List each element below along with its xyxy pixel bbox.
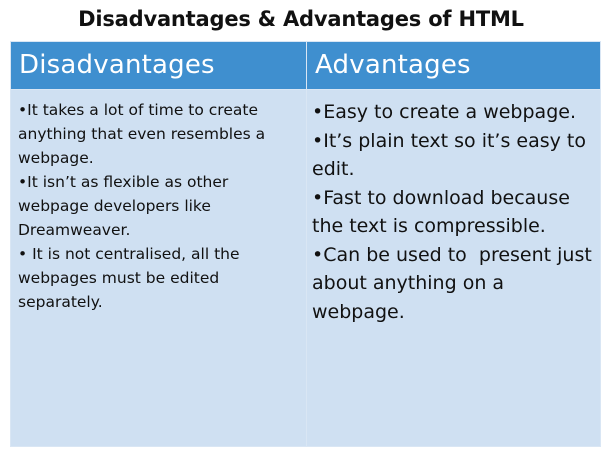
comparison-table: Disadvantages Advantages •It takes a lot… xyxy=(10,41,601,447)
disadvantages-list: •It takes a lot of time to create anythi… xyxy=(11,90,306,314)
bullet-icon: • xyxy=(18,173,28,191)
advantage-text: Easy to create a webpage. xyxy=(323,101,576,123)
advantage-text: Can be used to present just about anythi… xyxy=(312,243,598,323)
bullet-icon: • xyxy=(312,129,324,152)
disadvantage-item-1: •It takes a lot of time to create anythi… xyxy=(18,98,298,170)
bullet-icon: • xyxy=(312,101,324,123)
advantages-cell: •Easy to create a webpage. •It’s plain t… xyxy=(306,89,601,447)
advantage-item-3: •Fast to download because the text is co… xyxy=(312,184,592,241)
disadvantages-header: Disadvantages xyxy=(10,41,307,90)
disadvantage-text: It is not centralised, all the webpages … xyxy=(18,245,245,311)
table-header-row: Disadvantages Advantages xyxy=(10,41,601,90)
disadvantage-item-2: •It isn’t as flexible as other webpage d… xyxy=(18,170,298,242)
disadvantage-text: It takes a lot of time to create anythin… xyxy=(18,101,266,167)
advantage-item-1: •Easy to create a webpage. xyxy=(312,98,592,127)
advantages-list: •Easy to create a webpage. •It’s plain t… xyxy=(307,90,600,326)
bullet-icon: • xyxy=(18,101,28,119)
bullet-icon: • xyxy=(18,245,28,263)
page-title: Disadvantages & Advantages of HTML xyxy=(78,7,524,31)
advantage-text: It’s plain text so it’s easy to edit. xyxy=(312,129,586,181)
table-body-row: •It takes a lot of time to create anythi… xyxy=(10,89,601,447)
disadvantage-text: It isn’t as flexible as other webpage de… xyxy=(18,173,229,239)
disadvantage-item-3: • It is not centralised, all the webpage… xyxy=(18,242,298,314)
bullet-icon: • xyxy=(312,186,324,209)
advantage-text: Fast to download because the text is com… xyxy=(312,186,570,238)
advantage-item-4: •Can be used to present just about anyth… xyxy=(312,241,592,327)
advantages-header: Advantages xyxy=(306,41,601,90)
advantage-item-2: •It’s plain text so it’s easy to edit. xyxy=(312,127,592,184)
bullet-icon: • xyxy=(312,243,324,266)
disadvantages-cell: •It takes a lot of time to create anythi… xyxy=(10,89,307,447)
